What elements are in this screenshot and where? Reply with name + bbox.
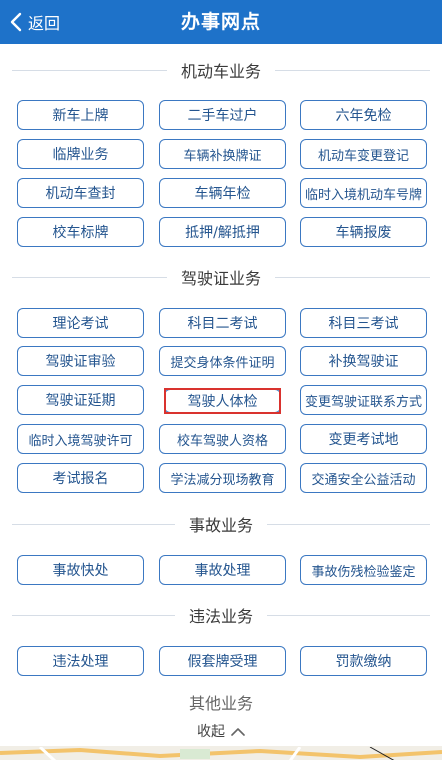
service-button[interactable]: 抵押/解抵押 <box>159 217 286 247</box>
service-button[interactable]: 事故快处 <box>17 555 144 585</box>
service-button[interactable]: 机动车查封 <box>17 178 144 208</box>
service-button[interactable]: 驾驶证审验 <box>17 346 144 376</box>
service-button[interactable]: 校车驾驶人资格 <box>159 424 286 454</box>
service-button[interactable]: 驾驶证延期 <box>17 385 144 415</box>
divider <box>12 276 167 278</box>
service-button[interactable]: 变更考试地 <box>300 424 427 454</box>
collapse-button[interactable]: 收起 <box>0 716 442 746</box>
divider <box>12 614 175 616</box>
section-title-other-partial: 其他业务 <box>188 694 253 713</box>
service-button[interactable]: 科目二考试 <box>159 308 286 338</box>
section-title-violation: 违法业务 <box>189 607 254 626</box>
service-button[interactable]: 考试报名 <box>17 463 144 493</box>
section-header-vehicle: 机动车业务 <box>12 58 431 82</box>
service-button[interactable]: 事故处理 <box>159 555 286 585</box>
map-preview[interactable] <box>0 746 442 760</box>
service-button[interactable]: 二手车过户 <box>159 100 286 130</box>
service-button[interactable]: 临时入境机动车号牌 <box>300 178 427 208</box>
service-button[interactable]: 临牌业务 <box>17 139 144 169</box>
section-title-vehicle: 机动车业务 <box>181 62 262 81</box>
divider <box>12 69 167 71</box>
service-button-highlighted[interactable]: 驾驶人体检 <box>164 389 281 413</box>
service-button[interactable]: 变更驾驶证联系方式 <box>300 385 427 415</box>
divider <box>275 69 431 71</box>
section-title-license: 驾驶证业务 <box>181 269 262 288</box>
service-button[interactable]: 事故伤残检验鉴定 <box>300 555 427 585</box>
service-button[interactable]: 科目三考试 <box>300 308 427 338</box>
divider <box>267 523 431 525</box>
divider <box>267 614 431 616</box>
service-button[interactable]: 违法处理 <box>17 646 144 676</box>
service-button[interactable]: 车辆补换牌证 <box>159 139 286 169</box>
service-button[interactable]: 提交身体条件证明 <box>159 346 286 376</box>
divider <box>12 523 175 525</box>
service-button[interactable]: 临时入境驾驶许可 <box>17 424 144 454</box>
service-button[interactable]: 交通安全公益活动 <box>300 463 427 493</box>
service-button[interactable]: 车辆年检 <box>159 178 286 208</box>
service-button[interactable]: 理论考试 <box>17 308 144 338</box>
service-button[interactable]: 学法减分现场教育 <box>159 463 286 493</box>
chevron-up-icon <box>231 727 245 736</box>
service-button[interactable]: 假套牌受理 <box>159 646 286 676</box>
top-bar: 返回 办事网点 <box>0 0 442 44</box>
collapse-label: 收起 <box>197 724 225 740</box>
divider <box>275 276 431 278</box>
section-header-violation: 违法业务 <box>12 603 431 627</box>
page-title: 办事网点 <box>180 11 261 33</box>
service-button[interactable]: 六年免检 <box>300 100 427 130</box>
service-button[interactable]: 补换驾驶证 <box>300 346 427 376</box>
service-button[interactable]: 校车标牌 <box>17 217 144 247</box>
service-button[interactable]: 车辆报废 <box>300 217 427 247</box>
section-title-accident: 事故业务 <box>189 516 254 535</box>
service-button[interactable]: 新车上牌 <box>17 100 144 130</box>
service-button[interactable]: 机动车变更登记 <box>300 139 427 169</box>
map-streets <box>0 746 442 760</box>
service-button[interactable]: 罚款缴纳 <box>300 646 427 676</box>
section-header-accident: 事故业务 <box>12 512 431 536</box>
section-header-license: 驾驶证业务 <box>12 265 431 289</box>
